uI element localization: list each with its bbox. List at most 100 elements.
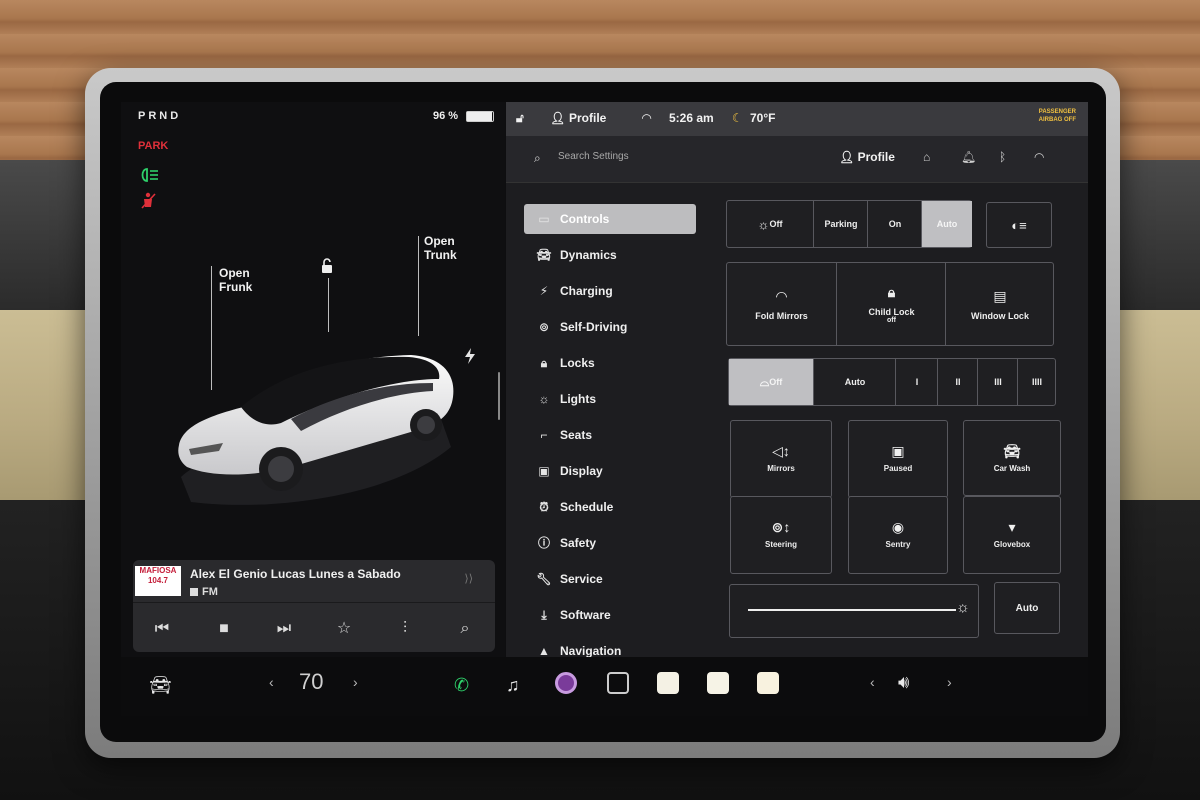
menu-item-schedule[interactable]: ⏰︎ Schedule	[524, 492, 696, 528]
headlight-mode-selector: ☼ Off Parking On Auto	[726, 200, 972, 248]
display-icon: ▣	[538, 464, 550, 478]
unlock-icon[interactable]	[319, 258, 335, 274]
car-wash-icon: 🚘︎	[1003, 443, 1021, 459]
menu-item-service[interactable]: 🔧︎ Service	[524, 564, 696, 600]
fold-mirror-icon: ◠	[776, 287, 787, 304]
wiper-i-option[interactable]: I	[895, 359, 938, 405]
menu-item-display[interactable]: ▣ Display	[524, 456, 696, 492]
menu-item-label: Software	[560, 608, 611, 622]
headlight-on-option[interactable]: On	[867, 201, 922, 247]
headlight-option-label: Off	[769, 219, 783, 229]
wifi-icon: ◠	[642, 111, 652, 125]
track-title: Alex El Genio Lucas Lunes a Sabado	[190, 567, 401, 581]
brightness-auto-button[interactable]: Auto	[994, 582, 1060, 634]
headlight-option-label: Parking	[824, 219, 858, 229]
headlight-option-label: Auto	[936, 219, 958, 229]
menu-item-seats[interactable]: ⌐ Seats	[524, 420, 696, 456]
wiper-auto-option[interactable]: Auto	[813, 359, 896, 405]
high-beam-button[interactable]: ◐≡	[986, 202, 1052, 248]
lock-callout-line	[328, 278, 329, 332]
volume-down-chevron[interactable]: ‹	[870, 674, 875, 690]
favorite-star-icon[interactable]: ☆	[333, 618, 355, 640]
headlight-indicator-icon	[141, 168, 158, 182]
mirrors-button[interactable]: ◁↕ Mirrors	[730, 420, 832, 498]
menu-item-software[interactable]: ⤓ Software	[524, 600, 696, 636]
clock: 5:26 am	[669, 111, 714, 125]
wiper-ii-option[interactable]: II	[937, 359, 978, 405]
bolt-icon: ⚡︎	[539, 284, 549, 298]
menu-item-dynamics[interactable]: 🚘︎ Dynamics	[524, 240, 696, 276]
paused-button[interactable]: ▣ Paused	[848, 420, 948, 498]
menu-item-self-driving[interactable]: ⊚ Self-Driving	[524, 312, 696, 348]
sentry-button[interactable]: ◉ Sentry	[848, 496, 948, 574]
app-shortcut-3-icon[interactable]	[757, 672, 779, 694]
open-trunk-button[interactable]: Open Trunk	[424, 234, 457, 262]
cabin-temperature[interactable]: 70	[299, 669, 323, 695]
car-icon: 🚘︎	[536, 248, 552, 262]
brightness-slider[interactable]: ☼	[729, 584, 979, 638]
now-playing[interactable]: MAFIOSA 104.7 Alex El Genio Lucas Lunes …	[133, 560, 495, 603]
wiper-icon: ⌓	[759, 374, 770, 389]
charge-port-icon[interactable]	[463, 348, 477, 364]
wiper-option-label: III	[994, 377, 1002, 387]
menu-item-controls[interactable]: ▭ Controls	[524, 204, 696, 234]
mirror-adjust-icon: ◁↕	[772, 443, 790, 459]
open-frunk-button[interactable]: Open Frunk	[219, 266, 252, 294]
temp-up-chevron[interactable]: ›	[353, 674, 358, 690]
menu-item-label: Display	[560, 464, 603, 478]
tile-content: ◁↕ Mirrors	[731, 443, 831, 473]
tile-label: Sentry	[885, 540, 911, 549]
tile-content: ⊚↕ Steering	[731, 519, 831, 549]
glovebox-button[interactable]: ▾ Glovebox	[963, 496, 1061, 574]
fold-mirrors-button[interactable]: ◠ Fold Mirrors	[727, 263, 836, 345]
volume-icon[interactable]: 🔊︎	[898, 672, 909, 693]
sentry-icon: ◉	[891, 519, 905, 535]
equalizer-icon[interactable]: ⫶	[394, 618, 416, 640]
lock-status-icon[interactable]: 🔓︎	[516, 111, 524, 126]
menu-item-lights[interactable]: ☼ Lights	[524, 384, 696, 420]
menu-item-label: Schedule	[560, 500, 614, 514]
car-wash-button[interactable]: 🚘︎ Car Wash	[963, 420, 1061, 496]
high-beam-icon: ◐≡	[1011, 217, 1027, 233]
menu-item-locks[interactable]: 🔒︎ Locks	[524, 348, 696, 384]
stop-icon[interactable]: ■	[213, 618, 235, 640]
wiper-off-option[interactable]: ⌓ Off	[729, 359, 813, 405]
download-icon: ⤓	[541, 608, 547, 622]
display-area: PRND PARK 96 % Open Frunk Open Trunk MAF…	[121, 102, 1088, 716]
child-lock-button[interactable]: 🔒︎ Child Lock off	[836, 263, 946, 345]
menu-item-safety[interactable]: ⓘ Safety	[524, 528, 696, 564]
next-track-icon[interactable]: ⏭	[273, 618, 295, 640]
station-logo-text: MAFIOSA 104.7	[139, 566, 177, 585]
profile-button[interactable]: Profile	[569, 111, 606, 125]
brightness-sun-icon: ☼	[956, 599, 970, 616]
car-controls-icon[interactable]: 🚘︎	[149, 675, 172, 696]
headlight-off-option[interactable]: ☼ Off	[727, 201, 813, 247]
window-lock-button[interactable]: ▤ Window Lock	[945, 263, 1054, 345]
menu-item-label: Locks	[560, 356, 595, 370]
media-player: MAFIOSA 104.7 Alex El Genio Lucas Lunes …	[133, 560, 495, 652]
alarm-icon: ⏰︎	[539, 500, 549, 514]
menu-item-label: Controls	[560, 212, 610, 226]
menu-item-charging[interactable]: ⚡︎ Charging	[524, 276, 696, 312]
search-media-icon[interactable]: ⌕	[454, 618, 476, 640]
tile-label: Car Wash	[993, 464, 1031, 473]
camera-app-icon[interactable]	[555, 672, 577, 694]
steering-button[interactable]: ⊚↕ Steering	[730, 496, 832, 574]
phone-icon[interactable]: ✆	[454, 675, 469, 696]
trunk-callout-line	[418, 236, 419, 336]
headlight-auto-option[interactable]: Auto	[921, 201, 972, 247]
volume-up-chevron[interactable]: ›	[947, 674, 952, 690]
wiper-iiii-option[interactable]: IIII	[1017, 359, 1056, 405]
music-note-icon[interactable]: ♫	[506, 675, 520, 696]
station-logo: MAFIOSA 104.7	[135, 566, 181, 596]
more-apps-icon[interactable]	[607, 672, 629, 694]
temp-down-chevron[interactable]: ‹	[269, 674, 274, 690]
headlight-parking-option[interactable]: Parking	[813, 201, 868, 247]
app-shortcut-2-icon[interactable]	[707, 672, 729, 694]
car-status-panel: PRND PARK 96 % Open Frunk Open Trunk MAF…	[121, 102, 505, 667]
tile-content: 🚘︎ Car Wash	[964, 443, 1060, 473]
menu-item-label: Seats	[560, 428, 593, 442]
previous-track-icon[interactable]: ⏮	[151, 618, 173, 640]
app-shortcut-1-icon[interactable]	[657, 672, 679, 694]
wiper-iii-option[interactable]: III	[977, 359, 1018, 405]
